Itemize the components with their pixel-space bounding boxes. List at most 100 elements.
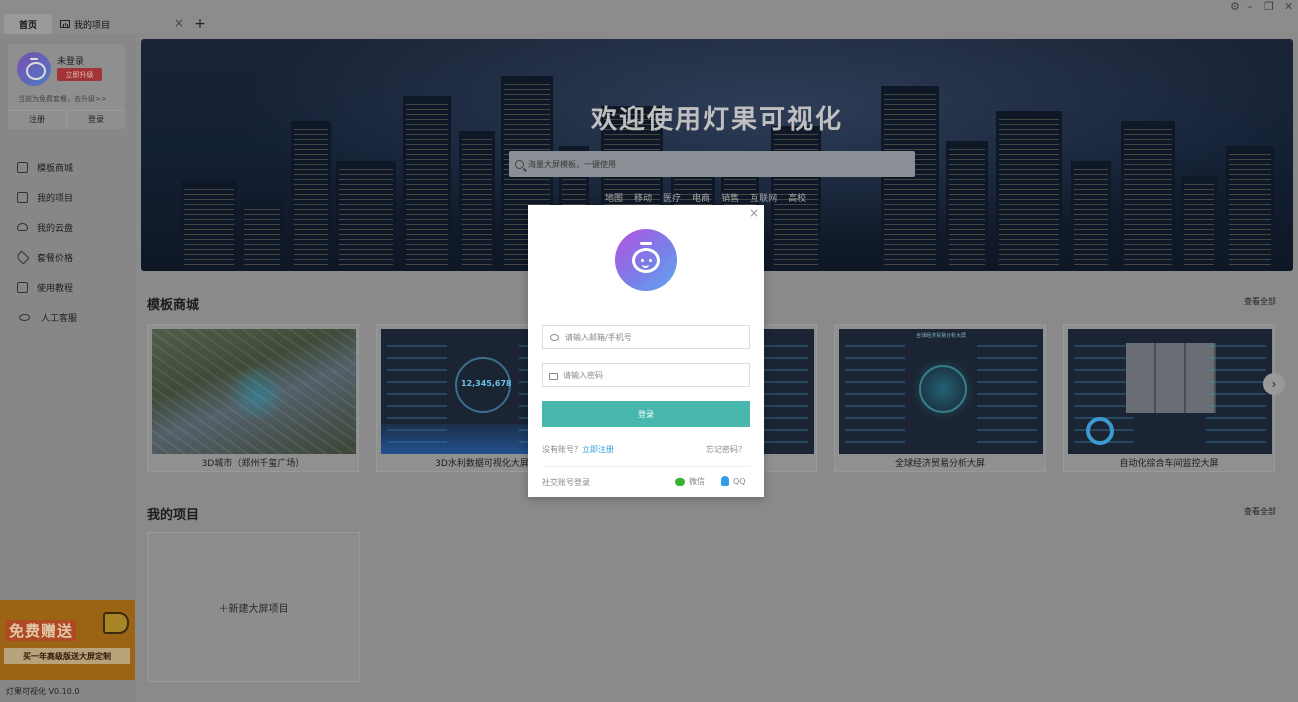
template-see-all-link[interactable]: 查看全部 — [1244, 296, 1276, 307]
sidebar-item-label: 套餐价格 — [37, 253, 74, 264]
divider — [542, 466, 750, 467]
sidebar-item-tutorial[interactable]: 使用教程 — [0, 272, 135, 302]
social-login-row: 社交账号登录 微信 QQ — [542, 476, 750, 488]
building — [336, 161, 396, 271]
sidebar-nav: 模板商城 我的项目 我的云盘 套餐价格 使用教程 人工客服 — [0, 152, 135, 332]
user-icon — [550, 333, 559, 341]
user-links: 注册 登录 — [8, 110, 125, 129]
account-input[interactable] — [565, 332, 745, 342]
search-icon — [515, 159, 524, 169]
login-submit-button[interactable]: 登录 — [542, 401, 750, 427]
thumbnail-number: 12,345,678 — [461, 379, 512, 388]
building — [459, 131, 495, 271]
building — [1071, 161, 1111, 271]
sidebar-item-my-projects[interactable]: 我的项目 — [0, 182, 135, 212]
thumbnail-graphic — [919, 365, 967, 413]
new-project-label: ＋新建大屏项目 — [218, 603, 289, 615]
lock-icon — [549, 372, 558, 380]
tag-mobile[interactable]: 移动 — [634, 191, 652, 204]
tab-my-project[interactable]: 我的项目 × — [54, 14, 190, 34]
tag-ecommerce[interactable]: 电商 — [692, 191, 710, 204]
logo-graphic — [640, 242, 652, 245]
close-icon[interactable]: × — [749, 206, 759, 220]
user-card: 未登录 立即升级 当前为免费套餐，去升级>> 注册 登录 — [8, 44, 125, 129]
chart-icon — [17, 191, 28, 203]
upgrade-button[interactable]: 立即升级 — [57, 68, 102, 81]
tab-bar: 首页 我的项目 × + ⚙ – ❐ ✕ — [0, 0, 1298, 34]
template-title: 全球经济贸易分析大屏 — [894, 459, 985, 469]
forgot-password-link[interactable]: 忘记密码？ — [706, 444, 746, 455]
password-input[interactable] — [563, 370, 743, 380]
template-title: 3D城市（郑州千玺广场） — [201, 459, 305, 469]
template-card[interactable]: 3D城市（郑州千玺广场） — [147, 324, 359, 472]
qq-login-button[interactable]: QQ — [721, 476, 746, 486]
banner-title: 欢迎使用灯果可视化 — [590, 105, 843, 135]
tag-map[interactable]: 地图 — [605, 191, 623, 204]
building — [181, 181, 237, 271]
login-dialog: × 登录 没有账号？立即注册 忘记密码？ 社交账号登录 微信 QQ — [528, 205, 764, 497]
person-icon — [19, 313, 30, 321]
promo-banner[interactable]: 免费赠送 买一年高级版送大屏定制 — [0, 600, 135, 680]
template-card[interactable]: 全球经济贸易分析大屏 全球经济贸易分析大屏 — [834, 324, 1046, 472]
wechat-label: 微信 — [689, 477, 705, 486]
template-thumbnail — [1068, 329, 1272, 454]
login-button[interactable]: 登录 — [67, 111, 125, 129]
building — [1181, 176, 1217, 271]
template-icon — [17, 161, 28, 173]
app-logo — [615, 229, 677, 291]
new-project-card[interactable]: ＋新建大屏项目 — [147, 532, 360, 682]
projects-see-all-link[interactable]: 查看全部 — [1244, 506, 1276, 517]
template-mall-heading: 模板商城 — [147, 298, 200, 313]
wechat-login-button[interactable]: 微信 — [675, 476, 705, 487]
sidebar-item-label: 我的项目 — [37, 193, 74, 204]
megaphone-icon — [103, 612, 129, 634]
wechat-icon — [675, 477, 685, 486]
tag-icon — [15, 249, 30, 265]
tab-close-icon[interactable]: × — [174, 16, 184, 30]
minimize-icon[interactable]: – — [1247, 0, 1253, 16]
sidebar-item-label: 模板商城 — [37, 163, 74, 174]
sidebar-item-cloud-drive[interactable]: 我的云盘 — [0, 212, 135, 242]
thumbnail-graphic — [1126, 343, 1216, 413]
next-templates-button[interactable]: › — [1263, 373, 1285, 395]
my-projects-heading: 我的项目 — [147, 508, 200, 523]
no-account-text: 没有账号？ — [542, 445, 582, 454]
sidebar-item-template-mall[interactable]: 模板商城 — [0, 152, 135, 182]
avatar[interactable] — [17, 52, 51, 86]
login-status: 未登录 — [57, 57, 85, 67]
building — [946, 141, 988, 271]
account-field[interactable] — [542, 325, 750, 349]
template-search-box[interactable] — [509, 151, 915, 177]
settings-icon[interactable]: ⚙ — [1230, 0, 1240, 16]
template-thumbnail: 全球经济贸易分析大屏 — [839, 329, 1043, 454]
add-tab-button[interactable]: + — [192, 14, 208, 34]
restore-icon[interactable]: ❐ — [1264, 0, 1274, 16]
qq-label: QQ — [733, 476, 746, 486]
sidebar-item-pricing[interactable]: 套餐价格 — [0, 242, 135, 272]
tag-medical[interactable]: 医疗 — [663, 191, 681, 204]
password-field[interactable] — [542, 363, 750, 387]
category-tags: 地图 移动 医疗 电商 销售 互联网 高校 — [605, 191, 806, 204]
template-search-input[interactable] — [528, 159, 908, 169]
promo-subtitle: 买一年高级版送大屏定制 — [4, 648, 130, 664]
book-icon — [17, 281, 28, 293]
thumbnail-graphic — [222, 369, 292, 419]
tab-my-project-label: 我的项目 — [74, 20, 111, 31]
tag-sales[interactable]: 销售 — [721, 191, 739, 204]
logo-graphic — [632, 248, 660, 273]
tab-home-label: 首页 — [18, 20, 37, 31]
building — [291, 121, 331, 271]
upgrade-hint-link[interactable]: 当前为免费套餐，去升级>> — [18, 94, 107, 104]
tab-home[interactable]: 首页 — [4, 14, 52, 34]
register-button[interactable]: 注册 — [8, 111, 67, 129]
sidebar-item-support[interactable]: 人工客服 — [0, 302, 135, 332]
social-login-label: 社交账号登录 — [542, 478, 590, 487]
template-thumbnail — [152, 329, 356, 454]
register-link[interactable]: 立即注册 — [582, 445, 614, 454]
thumbnail-graphic — [1086, 417, 1114, 445]
close-window-icon[interactable]: ✕ — [1284, 0, 1293, 16]
template-card[interactable]: 自动化综合车间监控大屏 — [1063, 324, 1275, 472]
tag-university[interactable]: 高校 — [788, 191, 806, 204]
building — [1226, 146, 1274, 271]
tag-internet[interactable]: 互联网 — [750, 191, 777, 204]
